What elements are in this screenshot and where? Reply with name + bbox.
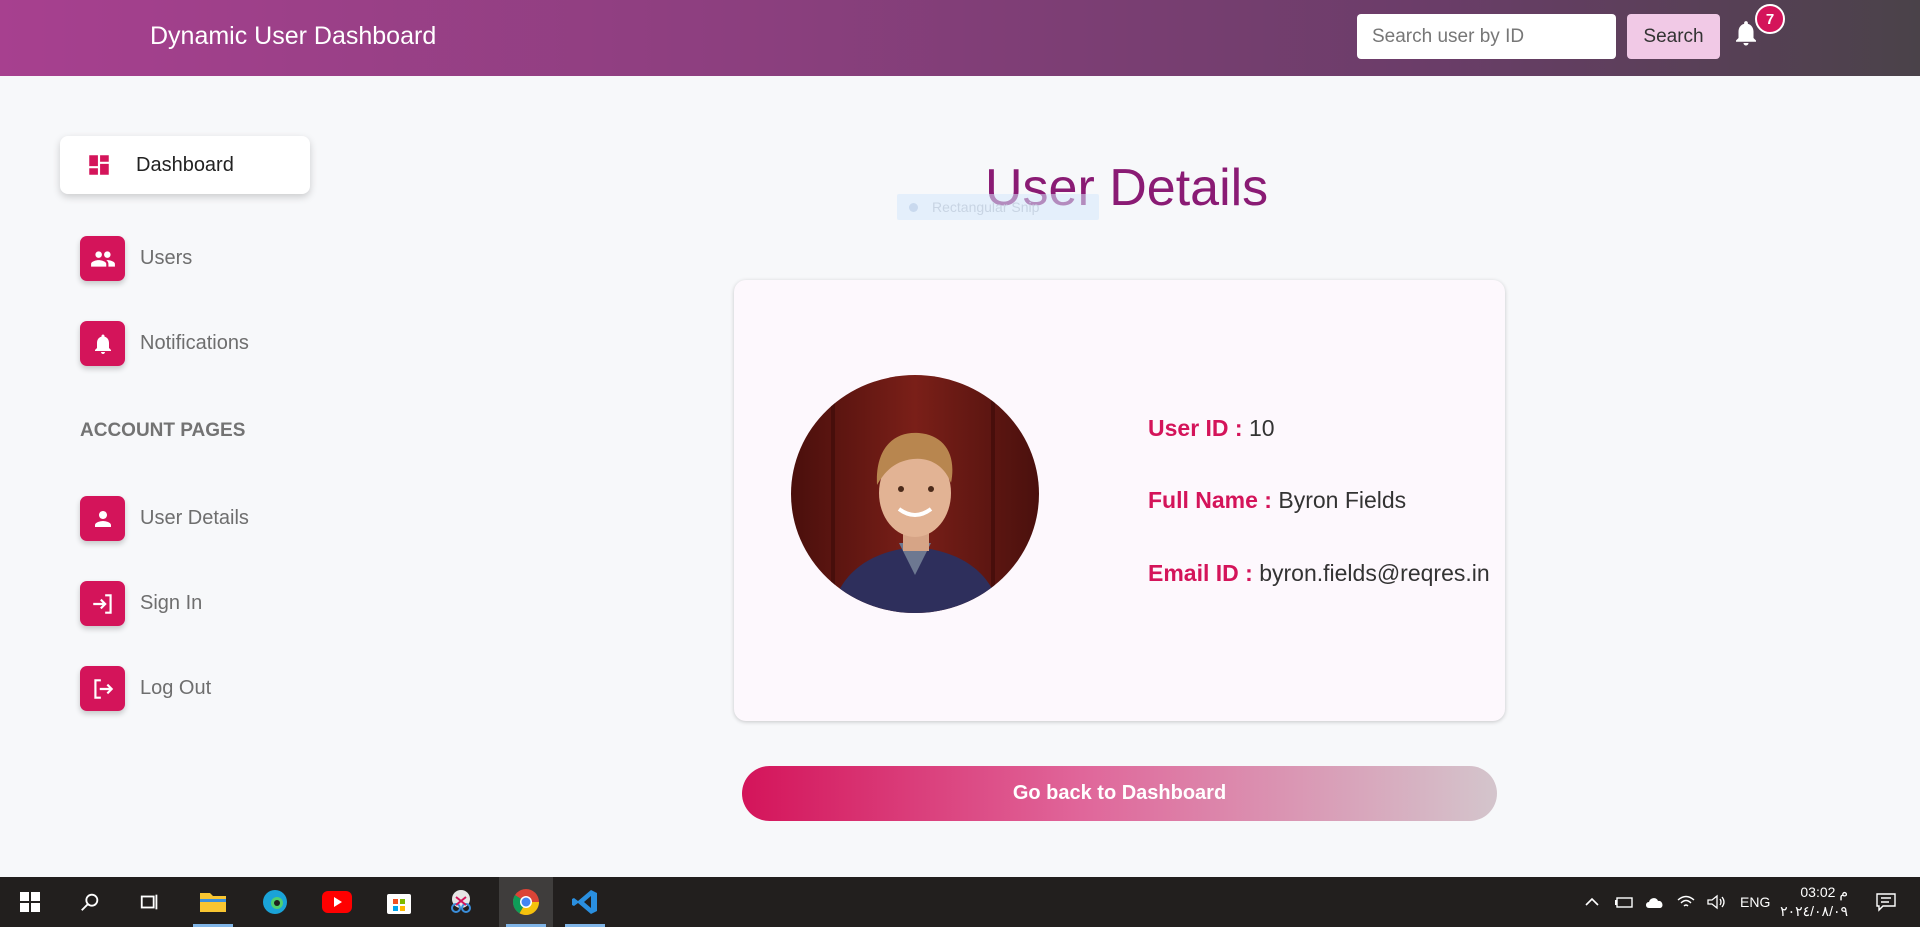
- full-name-label: Full Name :: [1148, 487, 1272, 513]
- notifications-center-icon: [1876, 893, 1896, 912]
- task-view-icon: [140, 894, 158, 910]
- search-button[interactable]: Search: [1627, 14, 1720, 59]
- taskbar-edge[interactable]: [251, 877, 299, 927]
- wifi-icon[interactable]: [1676, 894, 1696, 910]
- sidebar-item-notifications[interactable]: Notifications: [80, 321, 249, 366]
- sidebar-item-log-out[interactable]: Log Out: [80, 666, 211, 711]
- notification-count-badge: 7: [1755, 4, 1785, 34]
- task-view-button[interactable]: [126, 877, 174, 927]
- system-tray: ENG: [1584, 877, 1770, 927]
- log-out-icon: [93, 678, 113, 699]
- sidebar-item-sign-in[interactable]: Sign In: [80, 581, 202, 626]
- sidebar-item-users[interactable]: Users: [80, 236, 192, 281]
- search-input[interactable]: [1357, 14, 1616, 59]
- taskbar-search-button[interactable]: [66, 877, 114, 927]
- snip-icon: [451, 890, 471, 913]
- full-name-row: Full Name : Byron Fields: [1148, 487, 1406, 514]
- taskbar-file-explorer[interactable]: [189, 877, 237, 927]
- user-photo: [791, 375, 1039, 613]
- account-pages-heading: ACCOUNT PAGES: [80, 420, 246, 441]
- app-title: Dynamic User Dashboard: [150, 22, 437, 50]
- search-icon: [81, 893, 99, 911]
- chevron-up-icon[interactable]: [1584, 894, 1600, 910]
- clock-date: ٢٠٢٤/٠٨/٠٩: [1780, 903, 1848, 919]
- sign-in-icon-box: [80, 581, 125, 626]
- log-out-icon-box: [80, 666, 125, 711]
- clock[interactable]: 03:02 م ٢٠٢٤/٠٨/٠٩: [1780, 883, 1848, 921]
- action-center-button[interactable]: [1862, 877, 1910, 927]
- clock-time: 03:02 م: [1800, 884, 1848, 900]
- avatar: [791, 375, 1039, 613]
- windows-taskbar: ENG 03:02 م ٢٠٢٤/٠٨/٠٩: [0, 877, 1920, 927]
- sidebar-item-label: Log Out: [140, 677, 212, 699]
- users-icon-box: [80, 236, 125, 281]
- chrome-icon: [512, 889, 540, 916]
- battery-icon[interactable]: [1614, 894, 1634, 910]
- sidebar-item-label: Dashboard: [136, 153, 234, 176]
- onedrive-icon[interactable]: [1644, 894, 1666, 910]
- snip-overlay-label: Rectangular Snip: [932, 199, 1040, 215]
- back-to-dashboard-button[interactable]: Go back to Dashboard: [742, 766, 1497, 821]
- user-id-label: User ID :: [1148, 415, 1243, 441]
- sidebar-item-dashboard[interactable]: Dashboard: [60, 136, 310, 194]
- radio-dot-icon: [909, 202, 918, 212]
- taskbar-vscode[interactable]: [561, 877, 609, 927]
- email-row: Email ID : byron.fields@reqres.in: [1148, 560, 1490, 587]
- top-app-bar: Dynamic User Dashboard Search 7: [0, 0, 1920, 76]
- store-icon: [387, 894, 411, 914]
- user-id-value: 10: [1248, 415, 1275, 441]
- sidebar-item-label: User Details: [140, 507, 249, 529]
- person-icon-box: [80, 496, 125, 541]
- sign-in-icon: [92, 593, 112, 614]
- file-explorer-icon: [200, 893, 226, 912]
- edge-icon: [263, 890, 287, 914]
- bell-icon: [94, 334, 111, 354]
- user-id-row: User ID : 10: [1148, 415, 1275, 442]
- dashboard-icon: [89, 155, 109, 175]
- users-icon: [90, 250, 115, 267]
- youtube-icon: [322, 891, 352, 913]
- start-button[interactable]: [6, 877, 54, 927]
- vscode-icon: [572, 890, 597, 914]
- sidebar-item-label: Users: [140, 247, 193, 269]
- sidebar-item-user-details[interactable]: User Details: [80, 496, 249, 541]
- person-icon: [94, 510, 111, 527]
- taskbar-snip[interactable]: [437, 877, 485, 927]
- user-details-card: User ID : 10 Full Name : Byron Fields Em…: [734, 280, 1505, 721]
- volume-icon[interactable]: [1706, 894, 1726, 910]
- bell-icon-box: [80, 321, 125, 366]
- taskbar-store[interactable]: [375, 877, 423, 927]
- taskbar-youtube[interactable]: [313, 877, 361, 927]
- start-icon: [20, 892, 40, 912]
- snip-overlay-chip: Rectangular Snip: [897, 194, 1099, 220]
- full-name-value: Byron Fields: [1278, 487, 1407, 513]
- sidebar-item-label: Notifications: [140, 332, 249, 354]
- sidebar-item-label: Sign In: [140, 592, 203, 614]
- language-indicator[interactable]: ENG: [1740, 894, 1770, 910]
- email-label: Email ID :: [1148, 560, 1253, 586]
- taskbar-chrome[interactable]: [499, 877, 553, 927]
- email-value: byron.fields@reqres.in: [1259, 560, 1490, 586]
